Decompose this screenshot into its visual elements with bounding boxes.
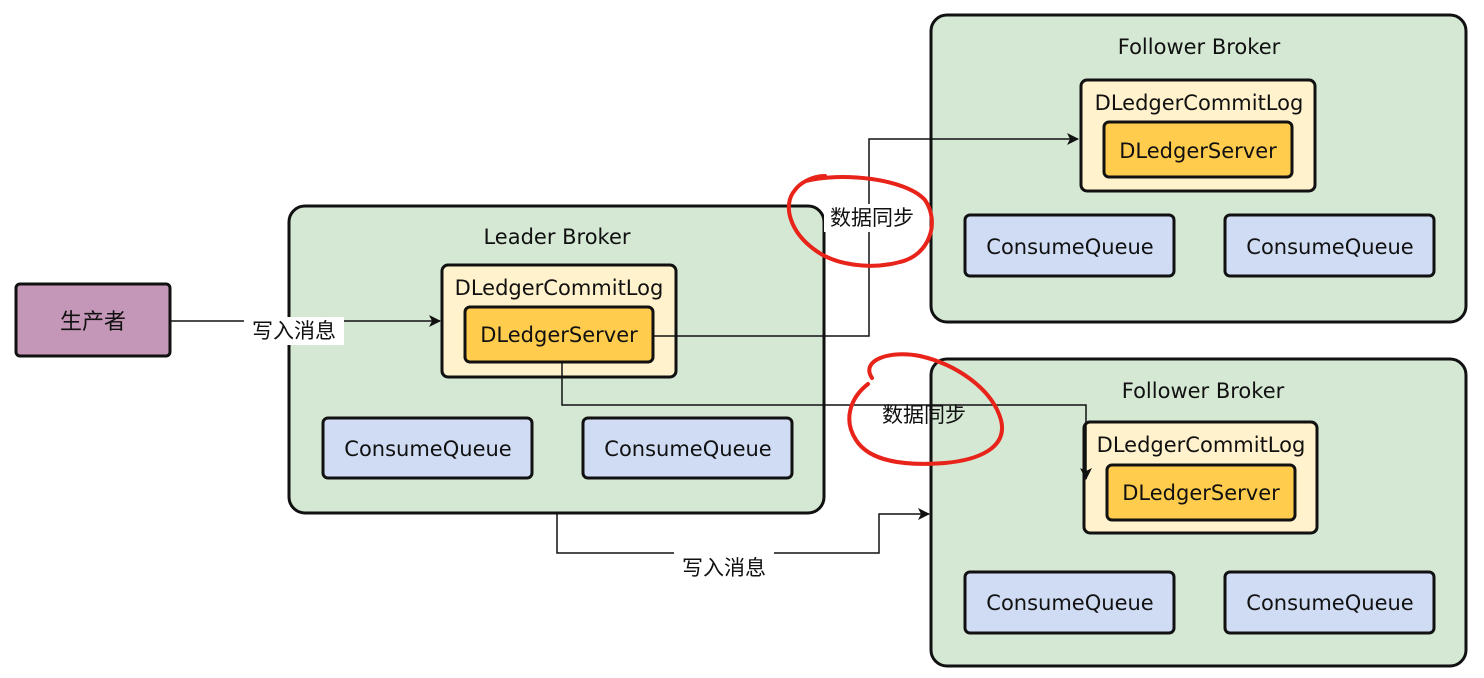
producer-label: 生产者 — [60, 310, 126, 335]
follower-top-title: Follower Broker — [1118, 35, 1281, 59]
edge-leader-to-follower-bottom-label: 写入消息 — [682, 556, 766, 580]
leader-server-label: DLedgerServer — [480, 323, 638, 347]
leader-broker: Leader Broker DLedgerCommitLog DLedgerSe… — [287, 204, 826, 515]
follower-bottom-server-label: DLedgerServer — [1122, 481, 1280, 505]
leader-queue-2-label: ConsumeQueue — [604, 437, 771, 461]
follower-bottom-queue-2-label: ConsumeQueue — [1246, 591, 1413, 615]
leader-queue-1-label: ConsumeQueue — [344, 437, 511, 461]
follower-broker-top: Follower Broker DLedgerCommitLog DLedger… — [929, 13, 1468, 324]
follower-bottom-title: Follower Broker — [1122, 379, 1285, 403]
leader-broker-title: Leader Broker — [483, 225, 630, 249]
follower-top-server-label: DLedgerServer — [1119, 139, 1277, 163]
follower-bottom-commitlog-label: DLedgerCommitLog — [1097, 433, 1306, 457]
leader-commitlog-label: DLedgerCommitLog — [455, 276, 664, 300]
edge-leader-to-follower-bottom-line — [556, 508, 930, 554]
sync-bottom-label: 数据同步 — [882, 403, 966, 427]
producer-node: 生产者 — [14, 282, 172, 358]
edge-producer-to-leader-label: 写入消息 — [252, 319, 336, 343]
follower-bottom-queue-1-label: ConsumeQueue — [986, 591, 1153, 615]
sync-top-label: 数据同步 — [830, 206, 914, 230]
follower-top-queue-1-label: ConsumeQueue — [986, 235, 1153, 259]
follower-top-queue-2-label: ConsumeQueue — [1246, 235, 1413, 259]
follower-top-commitlog-label: DLedgerCommitLog — [1095, 91, 1304, 115]
edge-leader-to-follower-bottom: 写入消息 — [556, 508, 930, 580]
architecture-diagram: Leader Broker DLedgerCommitLog DLedgerSe… — [14, 13, 1468, 668]
